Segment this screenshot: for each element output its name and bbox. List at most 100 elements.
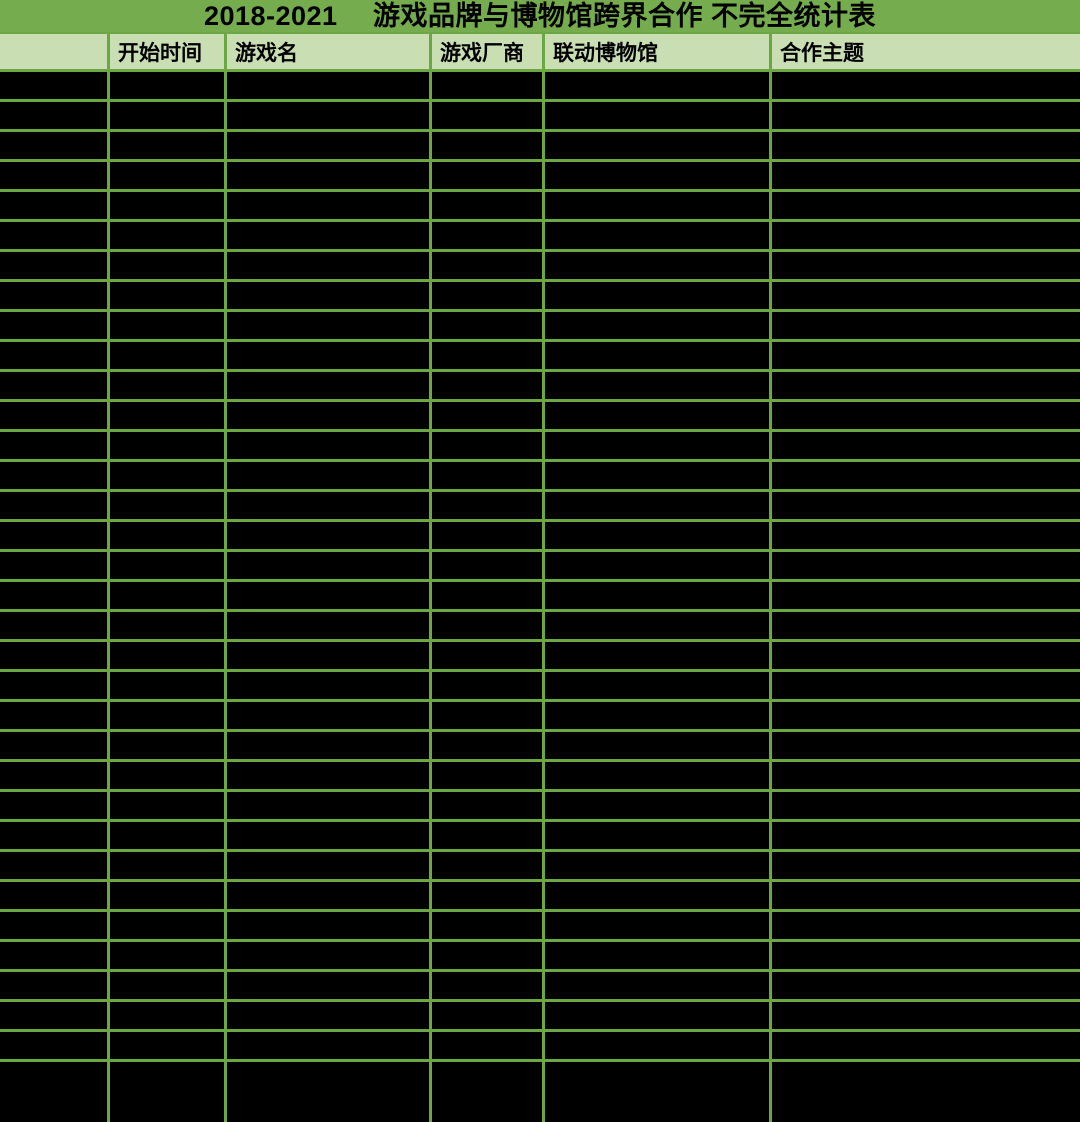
table-row bbox=[0, 462, 1080, 492]
table-cell bbox=[110, 372, 227, 399]
table-cell bbox=[0, 642, 110, 669]
statistics-table: 2018-2021 游戏品牌与博物馆跨界合作 不完全统计表 开始时间 游戏名 游戏厂… bbox=[0, 0, 1080, 1122]
table-cell bbox=[0, 342, 110, 369]
table-cell bbox=[545, 252, 772, 279]
table-cell bbox=[227, 672, 432, 699]
table-cell bbox=[0, 792, 110, 819]
table-cell bbox=[432, 462, 545, 489]
table-cell bbox=[227, 912, 432, 939]
table-cell bbox=[772, 582, 1080, 609]
table-cell bbox=[432, 432, 545, 459]
table-cell bbox=[227, 822, 432, 849]
table-cell bbox=[432, 312, 545, 339]
table-cell bbox=[545, 432, 772, 459]
table-row bbox=[0, 312, 1080, 342]
table-cell bbox=[227, 852, 432, 879]
table-cell bbox=[110, 762, 227, 789]
table-row bbox=[0, 222, 1080, 252]
table-cell bbox=[227, 732, 432, 759]
table-cell bbox=[545, 312, 772, 339]
table-cell bbox=[110, 582, 227, 609]
table-cell bbox=[432, 882, 545, 909]
table-row bbox=[0, 732, 1080, 762]
table-cell bbox=[110, 792, 227, 819]
table-cell bbox=[110, 672, 227, 699]
table-row bbox=[0, 252, 1080, 282]
table-cell bbox=[227, 762, 432, 789]
table-cell bbox=[0, 372, 110, 399]
table-row bbox=[0, 972, 1080, 1002]
table-cell bbox=[432, 102, 545, 129]
table-cell bbox=[432, 582, 545, 609]
table-row bbox=[0, 192, 1080, 222]
table-cell bbox=[772, 372, 1080, 399]
table-cell bbox=[772, 552, 1080, 579]
table-row bbox=[0, 822, 1080, 852]
table-cell bbox=[227, 552, 432, 579]
table-cell bbox=[772, 522, 1080, 549]
table-cell bbox=[545, 732, 772, 759]
table-cell bbox=[0, 462, 110, 489]
table-cell bbox=[0, 912, 110, 939]
table-cell bbox=[432, 912, 545, 939]
table-row bbox=[0, 612, 1080, 642]
table-cell bbox=[772, 762, 1080, 789]
table-row bbox=[0, 912, 1080, 942]
table-cell bbox=[0, 942, 110, 969]
table-cell bbox=[545, 672, 772, 699]
table-cell bbox=[0, 72, 110, 99]
table-row bbox=[0, 642, 1080, 672]
table-cell bbox=[545, 132, 772, 159]
table-cell bbox=[772, 252, 1080, 279]
table-cell bbox=[110, 282, 227, 309]
table-cell bbox=[772, 132, 1080, 159]
table-cell bbox=[772, 282, 1080, 309]
table-cell bbox=[0, 222, 110, 249]
table-cell bbox=[772, 222, 1080, 249]
table-cell bbox=[545, 1032, 772, 1059]
table-row bbox=[0, 552, 1080, 582]
table-cell bbox=[545, 792, 772, 819]
table-cell bbox=[0, 612, 110, 639]
table-cell bbox=[432, 942, 545, 969]
table-cell bbox=[772, 792, 1080, 819]
table-cell bbox=[227, 162, 432, 189]
table-cell bbox=[545, 702, 772, 729]
table-row bbox=[0, 102, 1080, 132]
table-cell bbox=[432, 972, 545, 999]
table-row bbox=[0, 1032, 1080, 1062]
table-cell bbox=[772, 852, 1080, 879]
table-cell bbox=[0, 702, 110, 729]
table-cell bbox=[432, 852, 545, 879]
table-cell bbox=[110, 132, 227, 159]
table-cell bbox=[432, 732, 545, 759]
table-title: 2018-2021 游戏品牌与博物馆跨界合作 不完全统计表 bbox=[0, 0, 1080, 34]
table-row bbox=[0, 342, 1080, 372]
table-cell bbox=[772, 672, 1080, 699]
table-cell bbox=[545, 912, 772, 939]
table-cell bbox=[545, 852, 772, 879]
table-cell bbox=[0, 582, 110, 609]
table-cell bbox=[432, 792, 545, 819]
table-cell bbox=[227, 102, 432, 129]
table-cell bbox=[0, 492, 110, 519]
table-cell bbox=[110, 312, 227, 339]
table-cell bbox=[545, 822, 772, 849]
table-cell bbox=[772, 1032, 1080, 1059]
table-row bbox=[0, 582, 1080, 612]
table-cell bbox=[0, 522, 110, 549]
table-cell bbox=[227, 402, 432, 429]
table-body bbox=[0, 72, 1080, 1122]
table-cell bbox=[772, 72, 1080, 99]
table-row bbox=[0, 762, 1080, 792]
table-cell bbox=[0, 252, 110, 279]
table-cell bbox=[0, 882, 110, 909]
table-cell bbox=[772, 462, 1080, 489]
table-cell bbox=[545, 552, 772, 579]
table-cell bbox=[545, 462, 772, 489]
table-cell bbox=[0, 432, 110, 459]
table-cell bbox=[110, 942, 227, 969]
table-cell bbox=[432, 1062, 545, 1122]
table-cell bbox=[545, 162, 772, 189]
table-cell bbox=[772, 162, 1080, 189]
